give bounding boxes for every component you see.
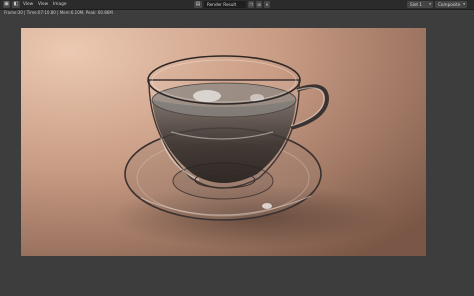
- render-status-text: Frame:30 | Time:07:10.80 | Mem:6.10M, Pe…: [4, 10, 113, 15]
- view-menu[interactable]: View: [23, 0, 33, 9]
- close-icon[interactable]: ✕: [264, 1, 270, 8]
- teacup-render: [21, 28, 426, 256]
- fake-user-icon[interactable]: ❐: [248, 1, 254, 8]
- new-image-icon[interactable]: ⊞: [256, 1, 262, 8]
- layer-label: Composite: [438, 2, 461, 7]
- view-menu-2[interactable]: View: [38, 0, 48, 9]
- slot-dropdown[interactable]: Slot 1 ▾: [407, 1, 433, 8]
- render-result-image: [21, 28, 426, 256]
- image-editor-icon[interactable]: ▣: [3, 1, 10, 8]
- chevron-down-icon: ▾: [429, 2, 431, 6]
- view-mode-icon[interactable]: ◧: [12, 1, 20, 8]
- image-editor-header: ▣ ◧ View View Image ▤ Render Result ❐ ⊞ …: [0, 0, 474, 10]
- image-menu[interactable]: Image: [53, 0, 66, 9]
- image-browse-icon[interactable]: ▤: [194, 1, 202, 8]
- slot-label: Slot 1: [410, 2, 423, 7]
- layer-dropdown[interactable]: Composite ▾: [435, 1, 467, 8]
- chevron-down-icon: ▾: [463, 2, 465, 6]
- image-name-field[interactable]: Render Result: [204, 1, 246, 8]
